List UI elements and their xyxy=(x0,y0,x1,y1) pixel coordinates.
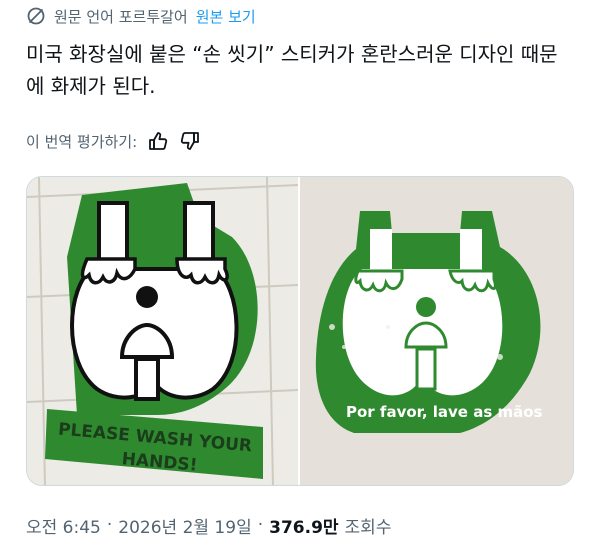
right-sign-text: Por favor, lave as mãos xyxy=(346,403,543,421)
rate-translation-label: 이 번역 평가하기: xyxy=(26,132,138,151)
thumbs-down-icon[interactable] xyxy=(179,130,201,152)
thumbs-up-icon[interactable] xyxy=(147,130,169,152)
views-count: 376.9만 xyxy=(269,517,339,538)
tweet-time[interactable]: 오전 6:45 xyxy=(26,513,101,538)
photo-right[interactable]: Por favor, lave as mãos xyxy=(300,177,573,485)
media-container: PLEASE WASH YOUR HANDS! Por favor, lave xyxy=(26,176,574,486)
tweet-meta: 오전 6:45 · 2026년 2월 19일 · 376.9만 조회수 xyxy=(26,512,391,538)
source-language-label: 원문 언어 포르투갈어 xyxy=(54,7,188,26)
views-label: 조회수 xyxy=(344,517,392,538)
translate-icon xyxy=(26,6,46,26)
meta-separator: · xyxy=(106,515,113,535)
tweet-date[interactable]: 2026년 2월 19일 xyxy=(118,513,251,538)
tweet-text: 미국 화장실에 붙은 “손 씻기” 스티커가 혼란스러운 디자인 때문에 화제가… xyxy=(26,42,558,98)
translation-bar: 원문 언어 포르투갈어 원본 보기 xyxy=(26,4,256,28)
show-original-link[interactable]: 원본 보기 xyxy=(196,6,256,27)
rate-translation-bar: 이 번역 평가하기: xyxy=(26,128,201,154)
photo-left[interactable]: PLEASE WASH YOUR HANDS! xyxy=(27,177,298,485)
meta-separator-2: · xyxy=(257,515,264,535)
